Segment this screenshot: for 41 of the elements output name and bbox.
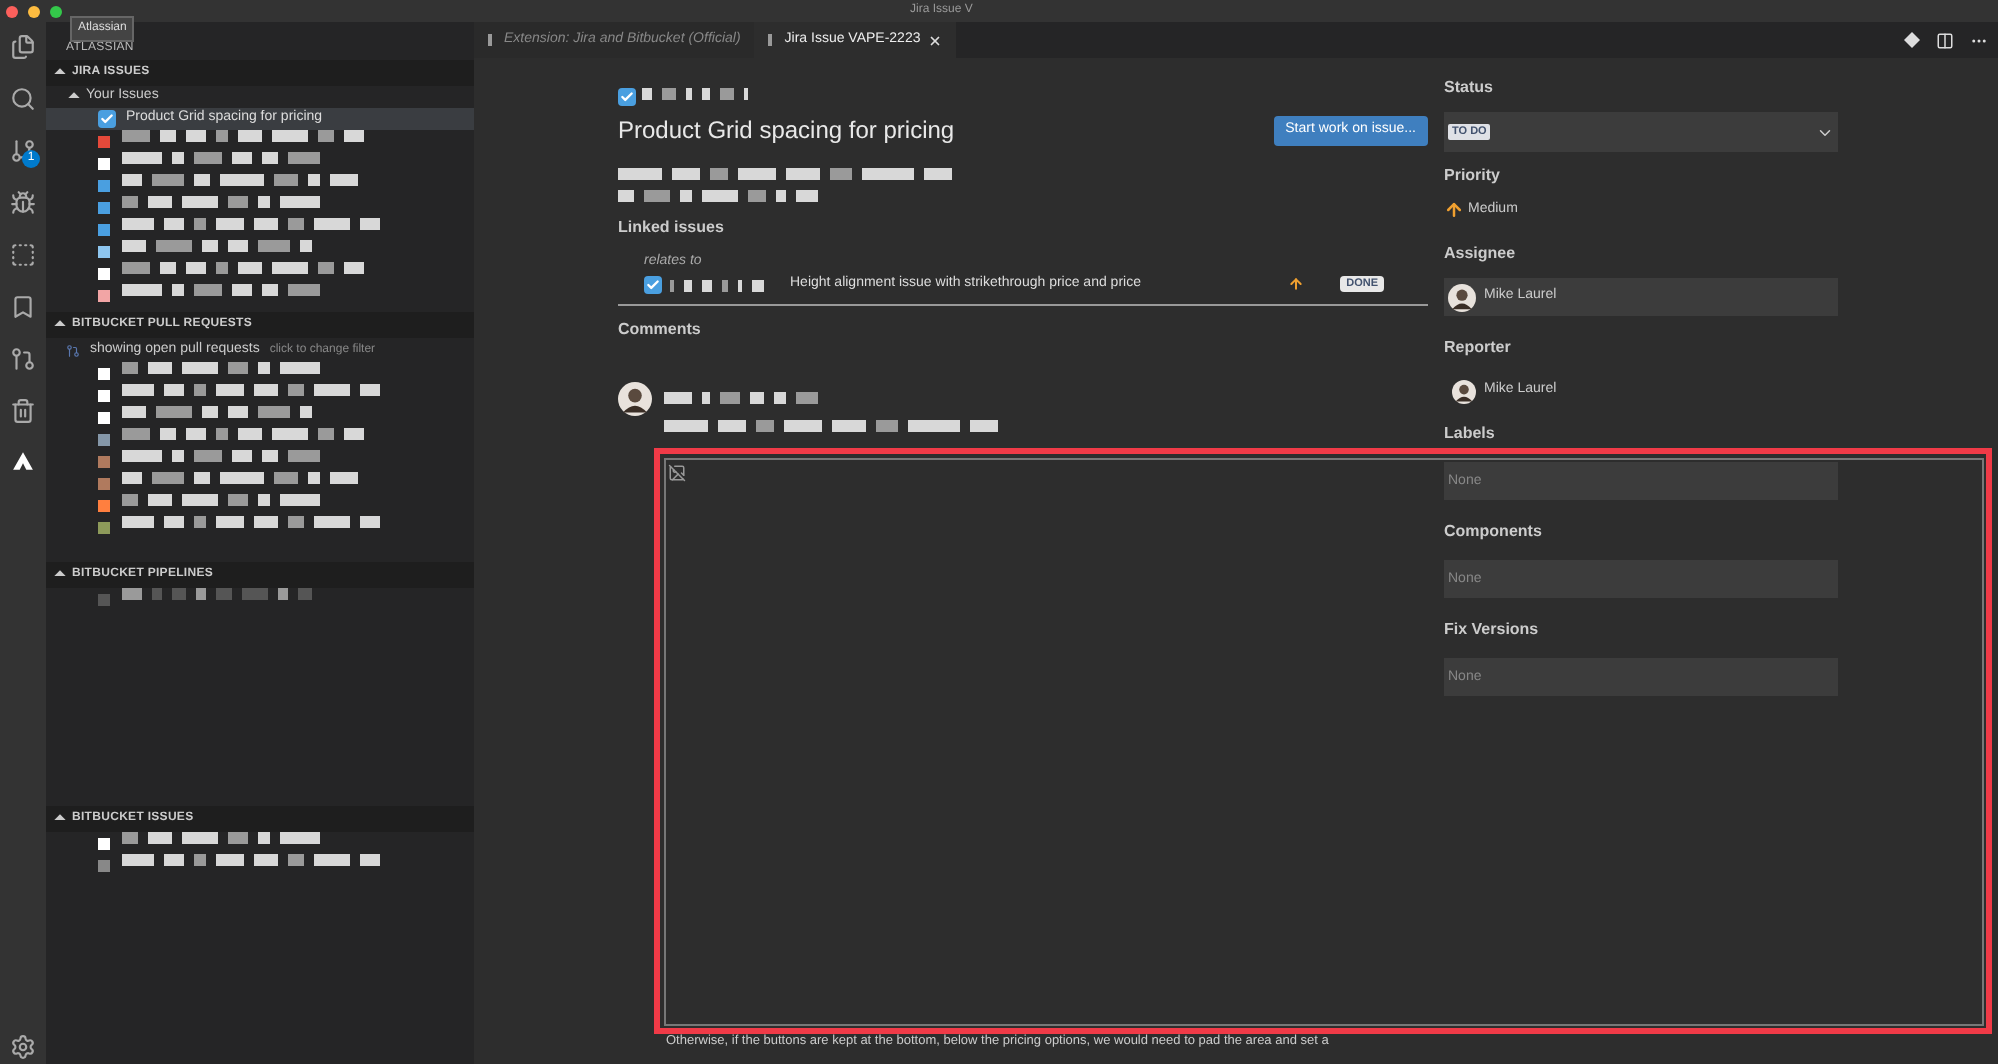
close-window-icon[interactable] [6, 5, 18, 17]
expanded-triangle-icon[interactable] [54, 813, 66, 825]
mountain-icon[interactable] [12, 450, 34, 472]
issue-title: Product Grid spacing for pricing [618, 114, 955, 148]
document-icon [768, 34, 777, 46]
field-label: Status [1444, 76, 1495, 100]
avatar-icon [1452, 379, 1476, 403]
section-heading: Comments [618, 317, 703, 341]
close-icon[interactable] [928, 33, 943, 47]
branch-icon[interactable] [10, 138, 36, 164]
split-editor-icon[interactable] [1936, 31, 1954, 49]
broken-image-icon [668, 464, 686, 482]
pull-request-icon[interactable] [10, 346, 36, 372]
diamond-icon[interactable] [1904, 32, 1920, 48]
priority-arrow-icon [1444, 200, 1464, 220]
extensions-icon[interactable] [10, 242, 36, 268]
bucket-icon[interactable] [10, 398, 36, 424]
avatar-icon [618, 381, 652, 415]
field-label: Labels [1444, 422, 1497, 446]
files-icon[interactable] [10, 34, 36, 60]
field-label: Components [1444, 520, 1544, 544]
redacted-text [642, 88, 748, 100]
expanded-triangle-icon[interactable] [54, 569, 66, 581]
section-heading: Linked issues [618, 216, 726, 240]
priority-arrow-icon [1288, 276, 1305, 292]
bookmark-icon[interactable] [10, 294, 36, 320]
field-label: Fix Versions [1444, 618, 1541, 642]
search-icon[interactable] [10, 86, 36, 112]
field-label: Reporter [1444, 336, 1513, 360]
settings-icon[interactable] [10, 1034, 36, 1060]
field-label: Priority [1444, 164, 1503, 188]
redacted-text [670, 280, 765, 292]
expanded-triangle-icon[interactable] [54, 319, 66, 331]
minimize-window-icon[interactable] [28, 5, 40, 17]
pull-request-icon [66, 343, 80, 357]
checkbox-icon [98, 110, 116, 128]
field-label: Assignee [1444, 242, 1518, 266]
document-icon [488, 34, 496, 46]
bug-icon[interactable] [10, 190, 36, 216]
avatar-icon [1448, 283, 1476, 311]
maximize-window-icon[interactable] [50, 5, 62, 17]
